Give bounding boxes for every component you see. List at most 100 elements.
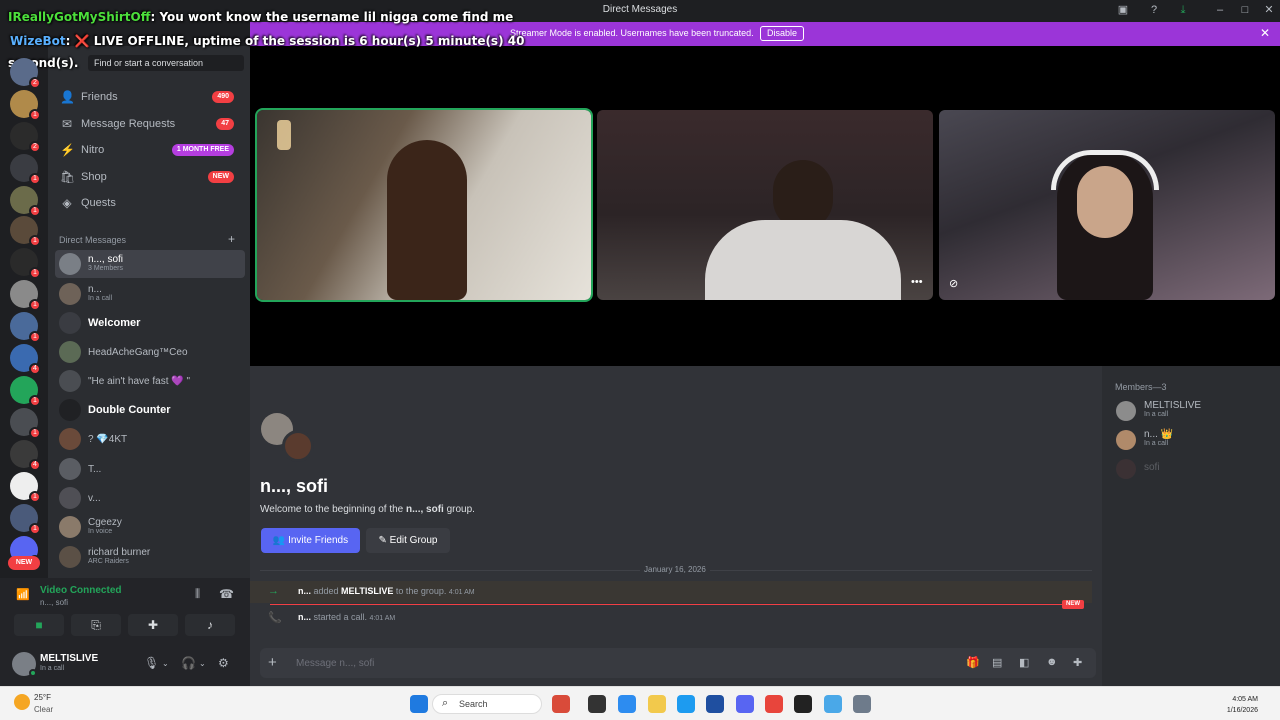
server-icon[interactable]: 1 <box>10 216 41 247</box>
member-item[interactable]: MELTISLIVE In a call <box>1112 397 1272 425</box>
help-icon[interactable]: ? <box>1147 3 1161 17</box>
store-icon[interactable] <box>706 695 724 713</box>
obs-icon[interactable] <box>794 695 812 713</box>
dm-item[interactable]: n... In a call <box>55 280 245 308</box>
server-icon[interactable]: 1 <box>10 90 41 121</box>
dm-item[interactable]: n..., sofi 3 Members <box>55 250 245 278</box>
weather-condition[interactable]: Clear <box>34 705 53 714</box>
inbox-icon[interactable]: ▣ <box>1116 3 1130 17</box>
attach-plus-icon[interactable]: + <box>268 654 277 671</box>
server-icon[interactable]: 1 <box>10 248 41 279</box>
dm-item[interactable]: ? 💎4KT <box>55 425 245 453</box>
close-window-icon[interactable]: ✕ <box>1262 3 1276 17</box>
headphones-icon[interactable]: 🎧 <box>181 656 196 670</box>
server-icon[interactable]: 4 <box>10 440 41 471</box>
video-tile-participant-2[interactable]: ••• <box>597 110 933 300</box>
server-icon[interactable]: 4 <box>10 344 41 375</box>
dm-item[interactable]: Cgeezy In voice <box>55 513 245 541</box>
dm-item[interactable]: Double Counter <box>55 396 245 424</box>
server-icon[interactable]: 1 <box>10 186 41 217</box>
chrome-icon[interactable] <box>765 695 783 713</box>
server-icon[interactable]: 1 <box>10 376 41 407</box>
server-icon[interactable]: 1 <box>10 504 41 535</box>
copilot-icon[interactable] <box>618 695 636 713</box>
minimize-icon[interactable]: – <box>1213 3 1227 17</box>
server-badge: 4 <box>29 363 41 375</box>
activities-button[interactable]: ✚ <box>128 614 178 636</box>
date-label: January 16, 2026 <box>640 565 710 574</box>
camera-button[interactable]: ■ <box>14 614 64 636</box>
disconnect-icon[interactable]: ☎ <box>219 587 234 601</box>
apps-icon[interactable]: ✚ <box>1073 656 1082 669</box>
dm-item[interactable]: Welcomer <box>55 309 245 337</box>
shop-icon: 🛍 <box>60 170 76 184</box>
settings-icon[interactable] <box>853 695 871 713</box>
mail-icon: ✉ <box>61 117 73 131</box>
chevron-down-icon[interactable]: ⌄ <box>162 659 169 668</box>
microphone-icon[interactable]: 🎙 <box>144 656 159 670</box>
system-clock[interactable]: 4:05 AM 1/16/2026 <box>1227 694 1258 716</box>
gift-icon[interactable]: 🎁 <box>966 656 980 669</box>
app-icon[interactable] <box>824 695 842 713</box>
member-item[interactable]: n... 👑 In a call <box>1112 426 1272 454</box>
taskbar-search[interactable]: ⌕ Search <box>432 694 542 714</box>
nav-friends[interactable]: 👤 Friends 490 <box>56 85 244 109</box>
edit-group-button[interactable]: ✎ Edit Group <box>366 528 450 553</box>
noise-suppression-icon[interactable]: ⫼ <box>195 588 200 601</box>
dm-item[interactable]: T... <box>55 455 245 483</box>
dm-section-header: Direct Messages <box>59 235 127 245</box>
create-dm-plus-icon[interactable]: + <box>228 232 235 246</box>
add-friend-icon: 👥 <box>272 535 289 546</box>
dm-item[interactable]: v... <box>55 484 245 512</box>
server-icon[interactable]: 1 <box>10 154 41 185</box>
server-badge: 1 <box>29 267 41 279</box>
nav-nitro[interactable]: ⚡ Nitro 1 MONTH FREE <box>56 138 244 162</box>
disable-streamer-mode-button[interactable]: Disable <box>760 26 805 41</box>
dm-item[interactable]: HeadAcheGang™Ceo <box>55 338 245 366</box>
file-explorer-icon[interactable] <box>648 695 666 713</box>
screen-share-button[interactable]: ⎘ <box>71 614 121 636</box>
group-title: n..., sofi <box>260 476 329 496</box>
sticker-icon[interactable]: ◧ <box>1019 656 1029 669</box>
more-options-icon[interactable]: ••• <box>911 276 923 288</box>
soundboard-button[interactable]: ♪ <box>185 614 235 636</box>
nav-message-requests[interactable]: ✉ Message Requests 47 <box>56 112 244 136</box>
server-badge: 1 <box>29 109 41 121</box>
dm-item[interactable]: "He ain't have fast 💜 " <box>55 367 245 395</box>
news-widget-icon[interactable] <box>552 695 570 713</box>
nav-quests[interactable]: ◈ Quests <box>56 191 244 215</box>
server-badge: 1 <box>29 173 41 185</box>
headphones-graphic <box>1051 150 1159 190</box>
task-view-icon[interactable] <box>588 695 606 713</box>
user-panel: MELTISLIVE In a call 🎙 ⌄ 🎧 ⌄ ⚙ <box>0 644 250 686</box>
gif-icon[interactable]: ▤ <box>992 656 1002 669</box>
start-windows-icon[interactable] <box>410 695 428 713</box>
server-icon[interactable]: 2 <box>10 58 41 89</box>
weather-icon[interactable] <box>14 694 30 710</box>
message-input[interactable] <box>296 655 896 671</box>
chevron-down-icon[interactable]: ⌄ <box>199 659 206 668</box>
close-banner-icon[interactable]: ✕ <box>1260 26 1270 40</box>
video-tile-participant-1[interactable] <box>255 108 593 302</box>
emoji-icon[interactable]: ☻ <box>1046 656 1058 668</box>
invite-friends-button[interactable]: 👥 Invite Friends <box>261 528 360 553</box>
phone-icon: 📞 <box>268 612 282 624</box>
settings-gear-icon[interactable]: ⚙ <box>218 656 229 670</box>
member-item[interactable]: sofi <box>1112 455 1272 483</box>
server-icon[interactable]: 1 <box>10 408 41 439</box>
server-icon[interactable]: 1 <box>10 280 41 311</box>
server-badge: 1 <box>29 331 41 343</box>
video-tile-participant-3[interactable]: ⊘ <box>939 110 1275 300</box>
edge-icon[interactable] <box>677 695 695 713</box>
download-icon[interactable]: ⤓ <box>1176 3 1190 17</box>
weather-temp[interactable]: 25°F <box>34 693 51 702</box>
nav-shop[interactable]: 🛍 Shop NEW <box>56 165 244 189</box>
lamp-light <box>277 120 291 150</box>
discord-icon[interactable] <box>736 695 754 713</box>
server-icon[interactable]: 1 <box>10 472 41 503</box>
server-icon[interactable]: 2 <box>10 122 41 153</box>
dm-item[interactable]: richard burner ARC Raiders <box>55 543 245 571</box>
server-icon[interactable]: 1 <box>10 312 41 343</box>
system-message-call: 📞 n... started a call. 4:01 AM <box>250 607 1092 629</box>
maximize-icon[interactable]: □ <box>1238 3 1252 17</box>
